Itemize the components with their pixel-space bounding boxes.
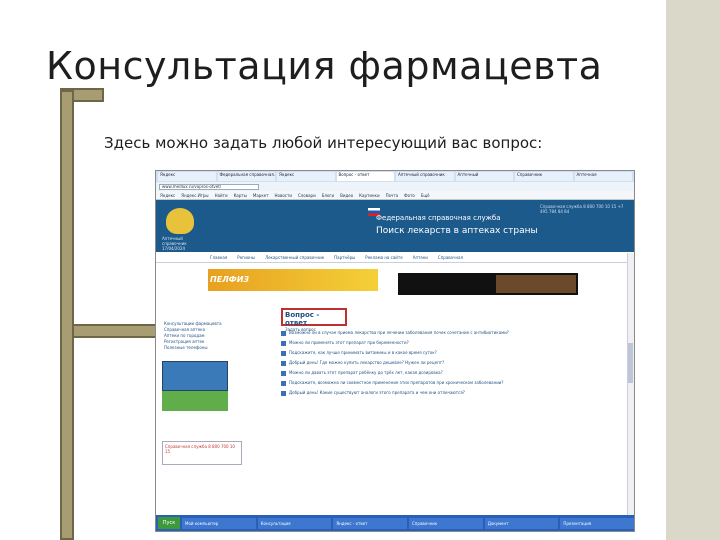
bookmark-item[interactable]: Найти	[215, 193, 228, 198]
slide-title: Консультация фармацевта	[46, 44, 603, 88]
slide-side-band	[666, 0, 720, 540]
bookmark-item[interactable]: Яндекс	[160, 193, 175, 198]
bookmark-item[interactable]: Фото	[404, 193, 415, 198]
contact-info: Справочная служба 8 800 700 10 15 +7 495…	[540, 204, 624, 214]
sidebar-link[interactable]: Полезные телефоны	[158, 345, 263, 351]
scrollbar[interactable]	[627, 253, 634, 515]
qa-question[interactable]: Можно ли давать этот препарат ребёнку до…	[289, 370, 443, 376]
qa-item[interactable]: Можно ли применять этот препарат при бер…	[281, 340, 611, 346]
browser-tab[interactable]: Федеральная справочная...	[217, 172, 275, 181]
taskbar-item[interactable]: Яндекс - ответ	[333, 517, 408, 529]
ad-banner-text: ПЕЛФИЗ	[210, 275, 250, 284]
question-icon	[281, 351, 286, 356]
bookmark-item[interactable]: Словари	[298, 193, 316, 198]
qa-question[interactable]: Подскажите, как лучше принимать витамины…	[289, 350, 437, 356]
question-icon	[281, 391, 286, 396]
qa-title: Вопрос - ответ	[285, 311, 320, 327]
bookmark-item[interactable]: Новости	[275, 193, 292, 198]
qa-question[interactable]: Возможно ли в случае приема лекарства пр…	[289, 330, 509, 336]
qa-item[interactable]: Возможно ли в случае приема лекарства пр…	[281, 330, 611, 336]
taskbar-item[interactable]: Документ	[484, 517, 559, 529]
site-subtitle: Поиск лекарств в аптеках страны	[376, 226, 538, 236]
menu-item[interactable]: Аптеки	[413, 255, 428, 260]
qa-item[interactable]: Подскажите, возможно ли совместное приме…	[281, 380, 611, 386]
slide: Консультация фармацевта Здесь можно зада…	[0, 0, 720, 540]
taskbar-item[interactable]: Консультация	[257, 517, 332, 529]
bookmark-item[interactable]: Карты	[234, 193, 247, 198]
taskbar-item[interactable]: Презентация	[560, 517, 634, 529]
bracket-vertical	[60, 90, 74, 540]
sidebar-ad-courier[interactable]	[162, 391, 228, 411]
browser-tab[interactable]: Аптечный справочник	[396, 172, 454, 181]
browser-tab[interactable]: Аптечный	[455, 172, 513, 181]
browser-tab[interactable]: Справочник	[515, 172, 573, 181]
site-menu: Главная Регионы Лекарственный справочник…	[156, 252, 634, 263]
qa-question[interactable]: Можно ли применять этот препарат при бер…	[289, 340, 409, 346]
emblem-caption: Аптечный справочник 17/04/2024	[162, 236, 187, 251]
address-bar: www.medlux.ru/vopros-otvet/	[156, 182, 634, 191]
qa-section: Вопрос - ответ Задать вопрос Возможно ли…	[281, 308, 611, 400]
qa-item[interactable]: Можно ли давать этот препарат ребёнку до…	[281, 370, 611, 376]
question-icon	[281, 331, 286, 336]
browser-tab[interactable]: Яндекс	[158, 172, 216, 181]
start-button[interactable]: Пуск	[158, 517, 180, 529]
menu-item[interactable]: Партнёры	[334, 255, 355, 260]
site-sidebar: Консультации фармацевта Справочная аптек…	[158, 321, 263, 465]
bookmarks-bar: Яндекс Яндекс.Игры Найти Карты Маркет Но…	[156, 191, 634, 200]
taskbar-item[interactable]: Справочник	[409, 517, 483, 529]
browser-screenshot: Яндекс Федеральная справочная... Яндекс …	[155, 170, 635, 532]
bookmark-item[interactable]: Яндекс.Игры	[181, 193, 208, 198]
sidebar-note: Справочная служба 8 800 700 10 15	[162, 441, 242, 465]
qa-item[interactable]: Подскажите, как лучше принимать витамины…	[281, 350, 611, 356]
browser-tab[interactable]: Аптечная	[574, 172, 632, 181]
browser-tab[interactable]: Яндекс	[277, 172, 335, 181]
menu-item[interactable]: Реклама на сайте	[365, 255, 402, 260]
emblem-icon	[166, 208, 194, 234]
question-icon	[281, 381, 286, 386]
question-icon	[281, 371, 286, 376]
bookmark-item[interactable]: Маркет	[253, 193, 269, 198]
taskbar: Пуск Мой компьютер Консультация Яндекс -…	[156, 515, 634, 531]
menu-item[interactable]: Справочная	[438, 255, 463, 260]
site-title: Федеральная справочная служба	[376, 214, 501, 222]
ad-banner-image[interactable]	[496, 275, 576, 293]
menu-item[interactable]: Главная	[210, 255, 227, 260]
bookmark-item[interactable]: Ещё	[421, 193, 430, 198]
question-icon	[281, 341, 286, 346]
bookmark-item[interactable]: Видео	[340, 193, 353, 198]
bookmark-item[interactable]: Почта	[386, 193, 399, 198]
qa-header: Вопрос - ответ Задать вопрос	[281, 308, 347, 332]
qa-item[interactable]: Добрый день! Где можно купить лекарство …	[281, 360, 611, 366]
scrollbar-thumb[interactable]	[628, 343, 633, 383]
taskbar-item[interactable]: Мой компьютер	[182, 517, 256, 529]
bookmark-item[interactable]: Картинки	[359, 193, 379, 198]
banner-row: ПЕЛФИЗ	[156, 263, 634, 295]
qa-question[interactable]: Добрый день! Какие существуют аналоги эт…	[289, 390, 465, 396]
site-header: Аптечный справочник 17/04/2024 Федеральн…	[156, 200, 634, 252]
sidebar-ad[interactable]	[162, 361, 228, 391]
qa-question[interactable]: Подскажите, возможно ли совместное приме…	[289, 380, 504, 386]
menu-item[interactable]: Регионы	[237, 255, 255, 260]
qa-item[interactable]: Добрый день! Какие существуют аналоги эт…	[281, 390, 611, 396]
menu-item[interactable]: Лекарственный справочник	[265, 255, 324, 260]
address-input[interactable]: www.medlux.ru/vopros-otvet/	[159, 183, 259, 190]
question-icon	[281, 361, 286, 366]
slide-subtitle: Здесь можно задать любой интересующий ва…	[104, 134, 543, 152]
bookmark-item[interactable]: Блоги	[322, 193, 334, 198]
browser-tab-active[interactable]: Вопрос - ответ	[336, 172, 394, 181]
qa-list: Возможно ли в случае приема лекарства пр…	[281, 330, 611, 396]
qa-question[interactable]: Добрый день! Где можно купить лекарство …	[289, 360, 444, 366]
browser-tabbar: Яндекс Федеральная справочная... Яндекс …	[156, 171, 634, 182]
